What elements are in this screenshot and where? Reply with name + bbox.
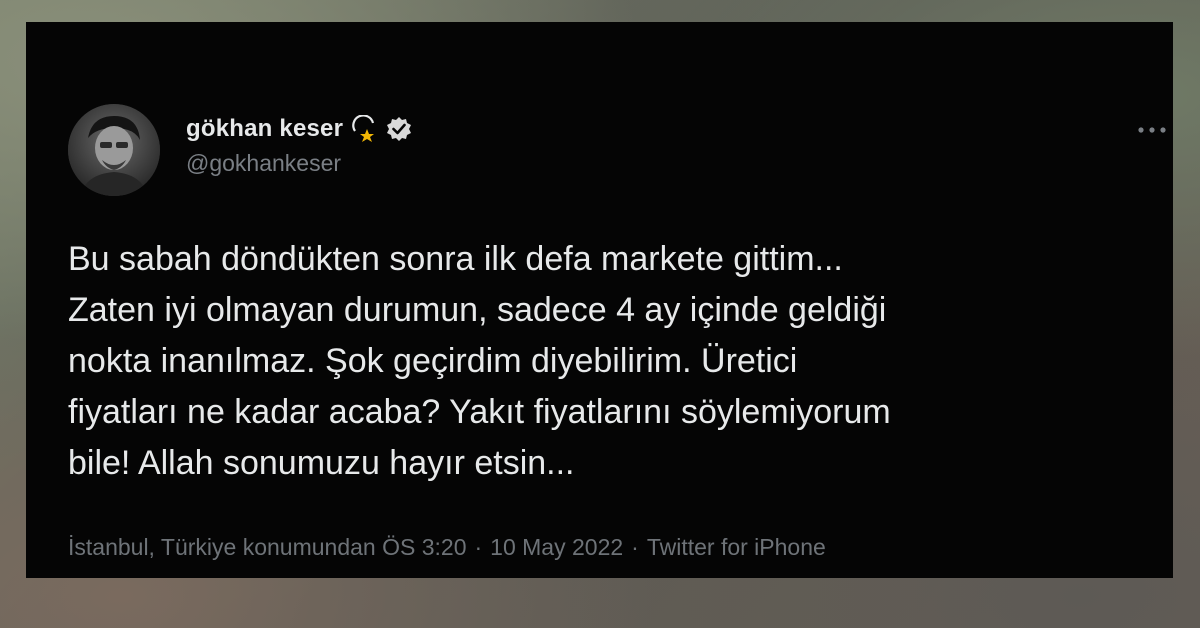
separator: · xyxy=(631,534,639,560)
display-name[interactable]: gökhan keser xyxy=(186,115,343,143)
tweet-card: gökhan keser @gokhankeser Bu sabah döndü… xyxy=(26,22,1173,578)
tweet-text-line: nokta inanılmaz. Şok geçirdim diyebiliri… xyxy=(68,342,798,380)
more-horizontal-icon xyxy=(1138,127,1166,133)
separator: · xyxy=(474,534,483,560)
tweet-text-line: Zaten iyi olmayan durumun, sadece 4 ay i… xyxy=(68,291,887,329)
tweet-text: Bu sabah döndükten sonra ilk defa market… xyxy=(68,234,1108,489)
verified-badge-icon xyxy=(385,115,413,143)
user-info: gökhan keser @gokhankeser xyxy=(186,114,413,177)
tweet-metadata: İstanbul, Türkiye konumundan ÖS 3:20 · 10 … xyxy=(68,534,826,561)
tweet-text-line: bile! Allah sonumuzu hayır etsin... xyxy=(68,444,575,482)
tweet-date[interactable]: 10 May 2022 xyxy=(490,534,623,560)
avatar[interactable] xyxy=(68,104,160,196)
more-options-button[interactable] xyxy=(1130,108,1174,152)
user-handle[interactable]: @gokhankeser xyxy=(186,150,413,177)
tweet-location[interactable]: İstanbul, Türkiye konumundan xyxy=(68,534,376,560)
tweet-source[interactable]: Twitter for iPhone xyxy=(647,534,826,560)
tweet-text-line: fiyatları ne kadar acaba? Yakıt fiyatlar… xyxy=(68,393,891,431)
name-row: gökhan keser xyxy=(186,114,413,144)
profile-photo-icon xyxy=(68,104,160,196)
dizzy-star-emoji-icon xyxy=(351,114,379,143)
tweet-text-line: Bu sabah döndükten sonra ilk defa market… xyxy=(68,240,843,278)
tweet-time[interactable]: ÖS 3:20 xyxy=(382,534,466,560)
